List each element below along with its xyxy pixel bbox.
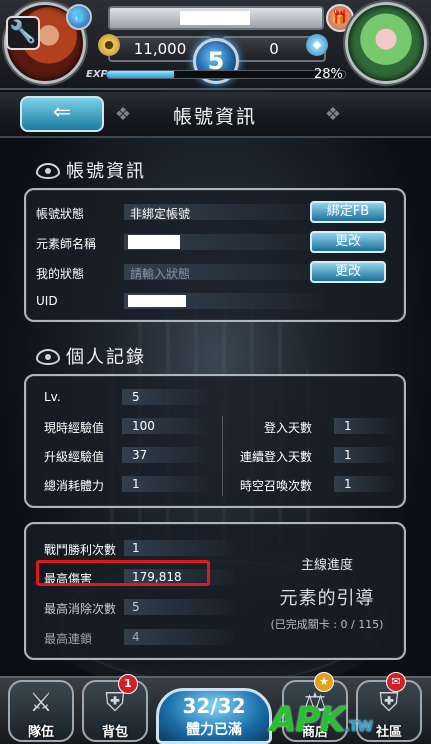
account-status-label: 帳號狀態 <box>36 207 85 221</box>
bag-label: 背包 <box>101 725 128 740</box>
stamina-status: 體力已滿 <box>186 722 242 738</box>
change-name-button[interactable]: 更改 <box>310 231 386 253</box>
stages-completed: (已完成關卡 : 0 / 115) <box>270 618 384 631</box>
stat-value: 37 <box>132 448 148 462</box>
back-arrow-icon: ⇐ <box>52 100 72 125</box>
max-damage-highlight <box>36 560 210 586</box>
account-section-heading: 帳號資訊 <box>36 157 146 183</box>
stat-value: 100 <box>132 419 155 433</box>
stat-label: 登入天數 <box>264 421 313 435</box>
stat-value: 5 <box>132 390 140 404</box>
stat-label: 連續登入天數 <box>240 450 313 464</box>
change-status-button[interactable]: 更改 <box>310 261 386 283</box>
record-heading-text: 個人記錄 <box>66 347 146 368</box>
battle-panel: 戰鬥勝利次數 1 最高傷害 179,818 最高消除次數 5 最高連鎖 4 主線… <box>24 522 406 660</box>
star-badge-icon: ★ <box>314 672 334 692</box>
crossed-swords-icon: ⚔ <box>29 688 53 718</box>
row-strip <box>124 599 234 615</box>
stat-label: 戰鬥勝利次數 <box>44 543 117 557</box>
team-button[interactable]: ⚔ 隊伍 <box>8 680 74 742</box>
player-name-bar <box>108 6 324 30</box>
exp-bar-fill <box>107 71 174 78</box>
bag-notification-badge: 1 <box>118 674 138 694</box>
exp-bar <box>106 70 346 79</box>
uid-label: UID <box>36 294 58 308</box>
settings-wrench-icon[interactable]: 🔧 <box>6 16 40 50</box>
row-strip <box>334 447 394 463</box>
stat-label: 時空召喚次數 <box>240 479 313 493</box>
back-button[interactable]: ⇐ <box>20 96 104 132</box>
stats-panel: Lv. 5 現時經驗值 100 升級經驗值 37 總消耗體力 1 登入天數 1 … <box>24 374 406 508</box>
companion-avatar[interactable] <box>345 2 427 84</box>
page-title: 帳號資訊 <box>172 106 257 128</box>
stat-label: Lv. <box>44 390 61 404</box>
ornament-icon: ❖ <box>324 104 342 125</box>
exp-label: EXP <box>86 69 108 80</box>
eye-icon <box>36 163 60 179</box>
stamina-button[interactable]: 32/32 體力已滿 <box>156 688 272 744</box>
bag-button[interactable]: ⛨ 背包 <box>82 680 148 742</box>
account-status-value: 非綁定帳號 <box>130 207 191 221</box>
row-strip <box>334 476 394 492</box>
main-story-progress-title: 主線進度 <box>300 558 353 573</box>
eye-icon <box>36 349 60 365</box>
stat-label: 升級經驗值 <box>44 450 105 464</box>
uid-redacted <box>128 295 186 307</box>
stat-value: 1 <box>344 419 352 433</box>
stat-value: 1 <box>132 477 140 491</box>
stat-value: 1 <box>344 477 352 491</box>
watermark-suffix: .TW <box>344 719 373 735</box>
my-status-label: 我的狀態 <box>36 267 85 281</box>
exp-percent: 28% <box>314 67 343 82</box>
stat-label: 現時經驗值 <box>44 421 105 435</box>
stat-value: 4 <box>132 630 140 644</box>
stat-value: 1 <box>344 448 352 462</box>
apk-tw-watermark: APK.TW <box>270 700 373 740</box>
chapter-name: 元素的引導 <box>279 588 375 609</box>
account-heading-text: 帳號資訊 <box>66 161 146 182</box>
stat-label: 最高消除次數 <box>44 602 117 616</box>
row-strip <box>124 540 234 556</box>
account-panel: 帳號狀態 非綁定帳號 綁定FB 元素師名稱 更改 我的狀態 請輸入狀態 更改 U… <box>24 188 406 322</box>
row-strip <box>124 629 234 645</box>
mail-badge-icon: ✉ <box>386 672 406 692</box>
player-name-redacted <box>128 235 180 249</box>
stat-label: 總消耗體力 <box>44 479 105 493</box>
record-section-heading: 個人記錄 <box>36 343 146 369</box>
player-name-label: 元素師名稱 <box>36 237 97 251</box>
stat-label: 最高連鎖 <box>44 632 93 646</box>
watermark-text: APK <box>270 700 346 740</box>
stamina-value: 32/32 <box>182 694 246 718</box>
player-name-redacted <box>180 11 250 25</box>
bind-fb-button[interactable]: 綁定FB <box>310 201 386 223</box>
gem-icon[interactable]: ◆ <box>306 34 328 56</box>
stat-value: 5 <box>132 600 140 614</box>
armor-icon: ⛨ <box>105 688 125 718</box>
row-strip <box>334 418 394 434</box>
team-label: 隊伍 <box>27 725 54 740</box>
status-input[interactable]: 請輸入狀態 <box>130 265 190 282</box>
divider <box>222 416 223 496</box>
gold-coin-icon: ● <box>98 34 120 56</box>
water-element-icon: 💧 <box>66 4 92 30</box>
stat-value: 1 <box>132 541 140 555</box>
